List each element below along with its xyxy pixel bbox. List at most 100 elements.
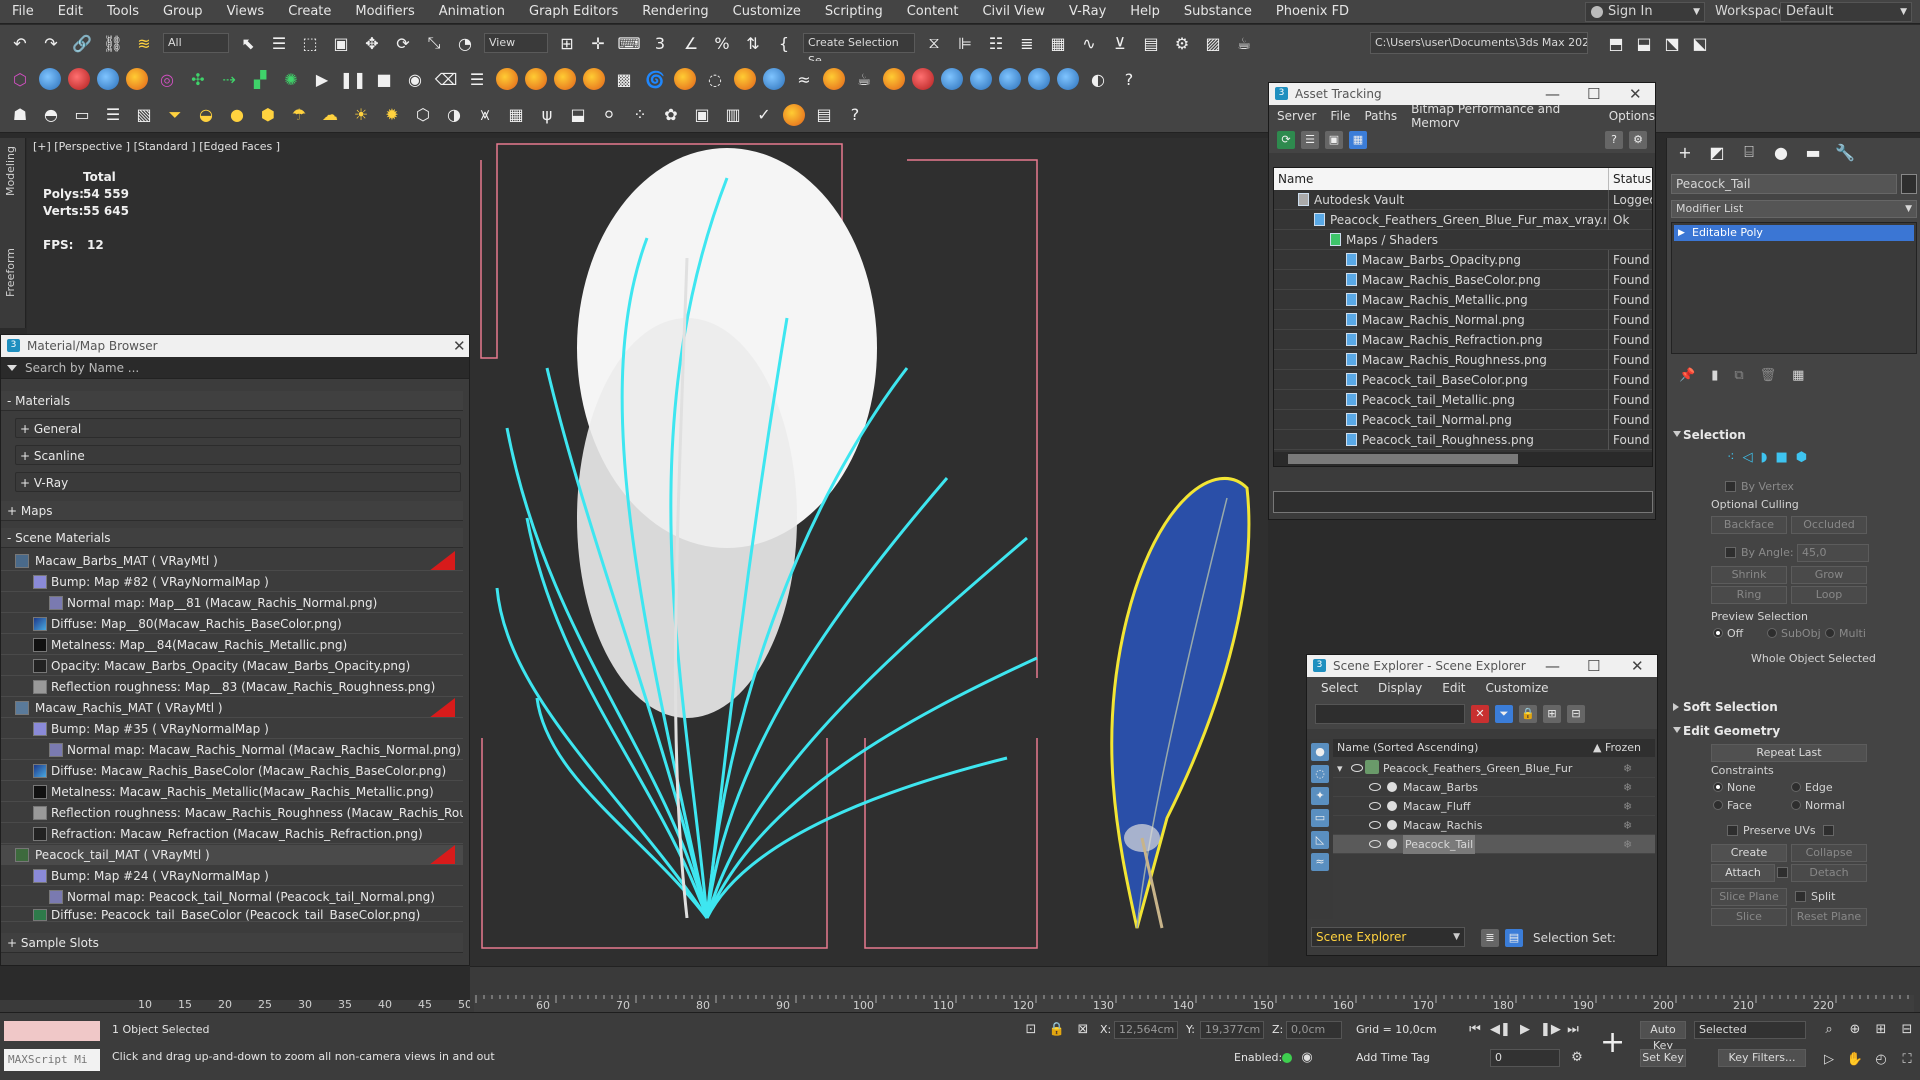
toggle-ribbon-icon[interactable]: ▦ — [1046, 31, 1070, 55]
project-folder-icon[interactable]: ⬒ — [1604, 31, 1628, 55]
question-icon[interactable]: ? — [843, 103, 867, 127]
teapot-icon[interactable]: ☗ — [8, 103, 32, 127]
material-row[interactable]: Macaw_Rachis_MAT ( VRayMtl ) — [1, 698, 463, 718]
polygon-icon[interactable]: ■ — [1775, 450, 1787, 465]
table-view-icon[interactable]: ▦ — [1349, 131, 1367, 149]
palette-icon[interactable]: ✿ — [659, 103, 683, 127]
border-icon[interactable]: ◗ — [1761, 450, 1768, 465]
help-icon[interactable]: ? — [1117, 67, 1141, 91]
preview-multi-radio[interactable] — [1825, 628, 1835, 638]
pan-icon[interactable]: ✋ — [1846, 1051, 1864, 1069]
map-row[interactable]: Metalness: Map__84(Macaw_Rachis_Metallic… — [1, 635, 463, 655]
phoenix-ocean-texture-icon[interactable] — [1057, 68, 1079, 90]
scatter-icon[interactable]: ✺ — [279, 67, 303, 91]
eye-icon[interactable] — [1369, 802, 1381, 810]
map-row[interactable]: Normal map: Peacock_tail_Normal (Peacock… — [1, 887, 463, 907]
table-row[interactable]: Peacock_tail_BaseColor.png Found — [1274, 370, 1652, 390]
eye-icon[interactable] — [1369, 821, 1381, 829]
placement-icon[interactable]: ◔ — [453, 31, 477, 55]
category-sample-slots[interactable]: + Sample Slots — [1, 933, 463, 953]
curve-editor-icon[interactable]: ∿ — [1077, 31, 1101, 55]
decal-icon[interactable]: ⬓ — [566, 103, 590, 127]
spotlight-icon[interactable]: ⏷ — [163, 103, 187, 127]
add-time-tag[interactable]: Add Time Tag — [1356, 1051, 1430, 1064]
map-row[interactable]: Reflection roughness: Map__83 (Macaw_Rac… — [1, 677, 463, 697]
sky-icon[interactable]: ✹ — [380, 103, 404, 127]
isolate-selection-icon[interactable]: ⊡ — [1022, 1021, 1040, 1039]
scene-explorer-titlebar[interactable]: 3 Scene Explorer - Scene Explorer — ☐ ✕ — [1307, 655, 1657, 677]
utilities-tab-icon[interactable]: 🔧 — [1835, 142, 1855, 162]
create-selection-set-select[interactable]: Create Selection Se — [803, 33, 915, 67]
spinner-snap-icon[interactable]: ⇅ — [741, 31, 765, 55]
phoenix-wick-icon[interactable] — [883, 68, 905, 90]
angle-snap-icon[interactable]: ∠ — [679, 31, 703, 55]
ies-light-icon[interactable]: ☂ — [287, 103, 311, 127]
schematic-view-icon[interactable]: ⊻ — [1108, 31, 1132, 55]
material-editor-icon[interactable]: ▤ — [1139, 31, 1163, 55]
tripod-icon[interactable]: ⩙ — [473, 103, 497, 127]
zoom-extents-icon[interactable]: ⊞ — [1872, 1021, 1890, 1039]
enabled-indicator[interactable] — [1282, 1053, 1292, 1063]
timeline[interactable]: 60 70 80 90 100 110 120 130 140 150 160 … — [470, 966, 1920, 1013]
render-setup-icon[interactable]: ⚙ — [1170, 31, 1194, 55]
phoenix-splash-icon[interactable] — [970, 68, 992, 90]
constraint-none-radio[interactable] — [1713, 782, 1723, 792]
table-row[interactable]: Peacock_Feathers_Green_Blue_Fur_max_vray… — [1274, 210, 1652, 230]
map-row[interactable]: Metalness: Macaw_Rachis_Metallic(Macaw_R… — [1, 782, 463, 802]
horizontal-scrollbar[interactable] — [1274, 452, 1652, 466]
dropdown-triangle-icon[interactable] — [7, 365, 17, 371]
map-row[interactable]: Bump: Map #82 ( VRayNormalMap ) — [1, 572, 463, 592]
occluded-button[interactable]: Occluded — [1791, 516, 1867, 534]
attach-list-icon[interactable] — [1777, 867, 1788, 878]
group-general[interactable]: + General — [15, 418, 461, 438]
geometry-filter-icon[interactable]: ● — [1311, 743, 1329, 761]
refresh-icon[interactable]: ⟳ — [1277, 131, 1295, 149]
zoom-icon[interactable]: ⌕ — [1820, 1021, 1838, 1039]
gift-icon[interactable]: ▧ — [132, 103, 156, 127]
stop-icon[interactable]: ■ — [372, 67, 396, 91]
eye-icon[interactable] — [1369, 783, 1381, 791]
expand-icon[interactable]: ⊟ — [1567, 705, 1585, 723]
cube-icon[interactable]: ⬡ — [411, 103, 435, 127]
key-filters-button[interactable]: Key Filters... — [1718, 1049, 1806, 1067]
table-row[interactable]: Maps / Shaders — [1274, 230, 1652, 250]
modifier-list-select[interactable]: Modifier List ▼ — [1671, 200, 1917, 218]
rendered-frame-icon[interactable]: ▨ — [1201, 31, 1225, 55]
edit-named-selection-icon[interactable]: { — [772, 31, 796, 55]
table-row[interactable]: Macaw_Rachis_Metallic.png Found — [1274, 290, 1652, 310]
maximize-icon[interactable]: ☐ — [1587, 655, 1600, 677]
time-tag-icon[interactable]: ◉ — [1298, 1049, 1316, 1067]
table-row[interactable]: Macaw_Rachis_Refraction.png Found — [1274, 330, 1652, 350]
edit-geometry-rollout[interactable]: Edit Geometry — [1671, 722, 1917, 740]
pause-icon[interactable]: ❚❚ — [340, 67, 367, 91]
shape-filter-icon[interactable]: ◌ — [1311, 765, 1329, 783]
modify-tab-icon[interactable]: ◩ — [1707, 142, 1727, 162]
filter-icon[interactable]: ⏷ — [1495, 705, 1513, 723]
close-icon[interactable]: ✕ — [1629, 83, 1642, 105]
search-input[interactable]: Search by Name ... — [25, 361, 139, 375]
menu-help[interactable]: Help — [1118, 4, 1172, 19]
spacewarp-filter-icon[interactable]: ≈ — [1311, 853, 1329, 871]
light-filter-icon[interactable]: ✦ — [1311, 787, 1329, 805]
element-icon[interactable]: ⬢ — [1796, 450, 1807, 465]
lock-icon[interactable]: 🔒 — [1519, 705, 1537, 723]
window-crossing-icon[interactable]: ▣ — [329, 31, 353, 55]
zoom-all-icon[interactable]: ⊕ — [1846, 1021, 1864, 1039]
table-row[interactable]: Peacock_tail_Metallic.png Found — [1274, 390, 1652, 410]
vray-fur-icon[interactable] — [68, 68, 90, 90]
material-row[interactable]: Macaw_Barbs_MAT ( VRayMtl ) — [1, 551, 463, 571]
backface-button[interactable]: Backface — [1711, 516, 1787, 534]
maxscript-mini-listener[interactable]: MAXScript Mi — [4, 1049, 100, 1071]
phoenix-wave-icon[interactable] — [941, 68, 963, 90]
go-to-end-icon[interactable]: ⏭ — [1564, 1021, 1582, 1039]
orbit-icon[interactable]: ◴ — [1872, 1051, 1890, 1069]
expand-triangle-icon[interactable]: ▶ — [1678, 225, 1685, 241]
constraint-normal-radio[interactable] — [1791, 800, 1801, 810]
scene-tree-row-selected[interactable]: Peacock_Tail ❄ — [1333, 835, 1655, 854]
phoenix-fuel-icon[interactable] — [734, 68, 756, 90]
workspace-select[interactable]: Default ▼ — [1780, 2, 1912, 22]
preview-off-radio[interactable] — [1713, 628, 1723, 638]
preserve-uvs-settings-icon[interactable] — [1823, 825, 1834, 836]
remove-modifier-icon[interactable]: 🗑 — [1760, 368, 1777, 383]
table-row[interactable]: Autodesk Vault Logged O — [1274, 190, 1652, 210]
